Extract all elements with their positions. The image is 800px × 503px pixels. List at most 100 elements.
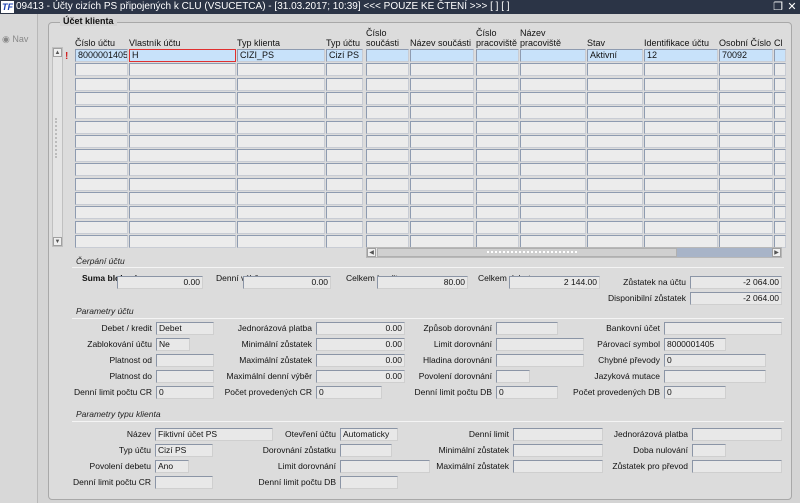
grid-cell[interactable] xyxy=(366,106,409,120)
grid-cell[interactable] xyxy=(520,220,586,234)
grid-cell[interactable] xyxy=(326,134,363,148)
field-input[interactable]: 0 xyxy=(664,354,766,367)
grid-cell[interactable] xyxy=(410,91,474,105)
grid-cell[interactable] xyxy=(520,120,586,134)
grid-cell[interactable] xyxy=(587,106,643,120)
grid-cell[interactable] xyxy=(366,63,409,77)
grid-cell[interactable] xyxy=(644,77,718,91)
field-input[interactable]: 0 xyxy=(316,386,382,399)
field-input[interactable] xyxy=(156,354,214,367)
grid-cell[interactable] xyxy=(587,234,643,248)
grid-cell[interactable] xyxy=(644,192,718,205)
grid-cell[interactable] xyxy=(410,134,474,148)
grid-cell[interactable] xyxy=(587,163,643,177)
grid-cell[interactable] xyxy=(774,91,786,105)
grid-cell[interactable] xyxy=(410,220,474,234)
grid-cell[interactable] xyxy=(129,77,236,91)
grid-cell[interactable] xyxy=(75,91,128,105)
field-input[interactable] xyxy=(496,354,584,367)
scroll-right-icon[interactable]: ▶ xyxy=(772,248,781,257)
grid-cell[interactable] xyxy=(587,177,643,191)
grid-cell[interactable] xyxy=(237,91,325,105)
grid-cell[interactable] xyxy=(366,134,409,148)
grid-cell[interactable] xyxy=(520,106,586,120)
field-input[interactable]: 0.00 xyxy=(316,338,405,351)
grid-cell[interactable] xyxy=(774,220,786,234)
grid-cell[interactable] xyxy=(476,63,519,77)
grid-cell[interactable] xyxy=(520,91,586,105)
grid-cell[interactable] xyxy=(75,120,128,134)
grid-cell[interactable] xyxy=(520,234,586,248)
grid-cell[interactable] xyxy=(366,120,409,134)
grid-cell[interactable] xyxy=(719,177,773,191)
restore-icon[interactable]: ❐ xyxy=(772,1,784,13)
grid-cell[interactable] xyxy=(237,120,325,134)
grid-cell[interactable] xyxy=(326,206,363,220)
grid-cell[interactable] xyxy=(129,220,236,234)
column-header[interactable]: Vlastník účtu xyxy=(129,24,236,48)
field-input[interactable]: Automaticky xyxy=(340,428,398,441)
grid-cell[interactable] xyxy=(366,206,409,220)
field-input[interactable] xyxy=(496,370,530,383)
scroll-track-right[interactable] xyxy=(677,248,772,257)
field-input[interactable]: 0.00 xyxy=(316,322,405,335)
field-input[interactable] xyxy=(155,476,213,489)
scroll-up-icon[interactable]: ▲ xyxy=(53,48,62,57)
column-header[interactable]: Cl xyxy=(774,24,786,48)
grid-cell[interactable] xyxy=(326,149,363,163)
grid-cell[interactable] xyxy=(75,220,128,234)
grid-cell[interactable] xyxy=(237,220,325,234)
grid-cell[interactable] xyxy=(410,120,474,134)
grid-cell[interactable] xyxy=(75,177,128,191)
grid-cell[interactable] xyxy=(774,49,786,62)
grid-cell[interactable] xyxy=(587,206,643,220)
grid-cell[interactable] xyxy=(129,120,236,134)
grid-cell[interactable] xyxy=(520,149,586,163)
grid-cell[interactable] xyxy=(129,177,236,191)
grid-cell[interactable] xyxy=(410,106,474,120)
grid-cell[interactable] xyxy=(237,134,325,148)
grid-cell[interactable] xyxy=(520,49,586,62)
grid-cell[interactable] xyxy=(75,106,128,120)
grid-cell[interactable] xyxy=(520,63,586,77)
field-input[interactable] xyxy=(496,338,584,351)
grid-cell[interactable] xyxy=(476,163,519,177)
grid-cell[interactable] xyxy=(75,206,128,220)
grid-cell[interactable] xyxy=(719,234,773,248)
grid-cell[interactable] xyxy=(587,91,643,105)
grid-cell[interactable] xyxy=(129,63,236,77)
grid-cell[interactable] xyxy=(366,192,409,205)
grid-cell[interactable] xyxy=(237,234,325,248)
field-input[interactable] xyxy=(496,322,558,335)
grid-cell[interactable] xyxy=(237,192,325,205)
field-input[interactable] xyxy=(340,444,392,457)
grid-cell[interactable] xyxy=(366,77,409,91)
celkem-debet-field[interactable]: 2 144.00 xyxy=(509,276,600,289)
zustatek-field[interactable]: -2 064.00 xyxy=(690,276,782,289)
grid-cell[interactable] xyxy=(476,234,519,248)
grid-cell[interactable]: Cizí PS xyxy=(326,49,363,62)
grid-cell[interactable] xyxy=(587,77,643,91)
grid-cell[interactable]: H xyxy=(129,49,236,62)
grid-cell[interactable] xyxy=(774,192,786,205)
field-input[interactable] xyxy=(513,460,603,473)
grid-cell[interactable] xyxy=(237,149,325,163)
grid-cell[interactable] xyxy=(410,49,474,62)
grid-cell[interactable] xyxy=(410,77,474,91)
scroll-left-icon[interactable]: ◀ xyxy=(367,248,376,257)
grid-cell[interactable] xyxy=(366,49,409,62)
grid-cell[interactable] xyxy=(129,206,236,220)
column-header[interactable]: Osobní Číslo xyxy=(719,24,773,48)
field-input[interactable]: Cizí PS xyxy=(155,444,213,457)
column-header[interactable]: Název pracoviště xyxy=(520,24,586,48)
grid-cell[interactable] xyxy=(644,91,718,105)
grid-cell[interactable]: CIZI_PS xyxy=(237,49,325,62)
scroll-grip[interactable] xyxy=(55,118,60,158)
grid-cell[interactable] xyxy=(75,149,128,163)
grid-cell[interactable] xyxy=(410,192,474,205)
close-icon[interactable]: ✕ xyxy=(786,1,798,13)
grid-cell[interactable] xyxy=(326,192,363,205)
grid-cell[interactable] xyxy=(326,106,363,120)
grid-cell[interactable] xyxy=(774,77,786,91)
grid-cell[interactable] xyxy=(476,206,519,220)
